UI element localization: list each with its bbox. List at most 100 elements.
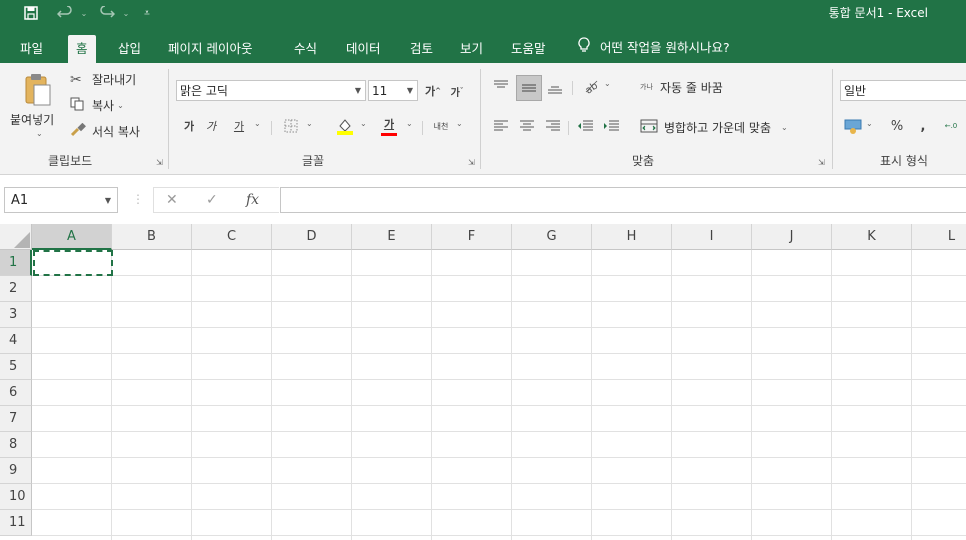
merge-dropdown-icon[interactable]: ⌄ [781,123,788,132]
row-header-8[interactable]: 8 [0,432,32,458]
row-header-4[interactable]: 4 [0,328,32,354]
align-middle-icon[interactable] [516,75,542,101]
name-box[interactable]: A1 ▼ [4,187,118,213]
underline-button[interactable]: 가 [228,115,250,137]
fill-color-icon[interactable] [334,115,356,137]
merge-center-button[interactable]: 병합하고 가운데 맞춤 ⌄ [640,119,788,136]
font-launcher-icon[interactable]: ⇲ [468,158,475,167]
align-left-icon[interactable] [490,115,512,137]
fill-color-dropdown-icon[interactable]: ⌄ [360,119,367,128]
tell-me-box[interactable]: 어떤 작업을 원하시나요? [578,37,730,56]
column-header-c[interactable]: C [192,224,272,250]
orientation-dropdown-icon[interactable]: ⌄ [604,79,611,88]
increase-decimal-icon[interactable]: ←.0 [940,115,962,137]
grow-font-button[interactable]: 가 ^ [422,80,444,102]
wrap-text-label: 자동 줄 바꿈 [660,81,723,95]
save-icon[interactable] [20,3,42,23]
percent-button[interactable]: % [886,115,908,137]
column-header-e[interactable]: E [352,224,432,250]
tab-help[interactable]: 도움말 [503,35,554,63]
column-header-l[interactable]: L [912,224,966,250]
insert-function-icon[interactable]: fx [246,192,259,208]
italic-button[interactable]: 가 [200,115,222,137]
align-center-icon[interactable] [516,115,538,137]
font-color-dropdown-icon[interactable]: ⌄ [406,119,413,128]
paste-icon[interactable] [24,73,52,107]
column-header-f[interactable]: F [432,224,512,250]
cancel-icon[interactable]: ✕ [166,192,178,208]
clipboard-launcher-icon[interactable]: ⇲ [156,158,163,167]
tab-file[interactable]: 파일 [12,35,51,63]
align-right-icon[interactable] [542,115,564,137]
orientation-icon[interactable]: ab [580,75,602,97]
number-format-select[interactable]: 일반 [840,80,966,101]
tab-data[interactable]: 데이터 [338,35,389,63]
comma-button[interactable]: , [912,115,934,137]
font-size-select[interactable]: 11 ▼ [368,80,418,101]
accounting-dropdown-icon[interactable]: ⌄ [866,119,873,128]
row-header-7[interactable]: 7 [0,406,32,432]
enter-icon[interactable]: ✓ [206,192,218,208]
lightbulb-icon [578,37,590,56]
active-cell[interactable] [33,250,113,276]
align-bottom-icon[interactable] [544,77,566,99]
redo-icon[interactable] [96,3,118,23]
redo-dropdown-icon[interactable]: ⌄ [120,3,132,23]
column-header-h[interactable]: H [592,224,672,250]
row-gridline [32,431,966,432]
row-header-2[interactable]: 2 [0,276,32,302]
tab-review[interactable]: 검토 [402,35,441,63]
column-gridline [511,250,512,540]
phonetic-button[interactable]: 내천 [430,115,452,137]
increase-indent-icon[interactable] [600,115,622,137]
row-header-9[interactable]: 9 [0,458,32,484]
shrink-font-button[interactable]: 가ˇ [446,80,468,102]
customize-qat-icon[interactable]: ⩡ [140,3,154,23]
undo-icon[interactable] [54,3,76,23]
bold-button[interactable]: 가 [178,115,200,137]
wrap-text-button[interactable]: 가나 자동 줄 바꿈 [640,79,723,96]
font-name-select[interactable]: 맑은 고딕 ▼ [176,80,366,101]
column-header-i[interactable]: I [672,224,752,250]
brush-icon [70,122,88,140]
paste-button[interactable]: 붙여넣기 [10,111,54,128]
select-all-button[interactable] [0,224,32,250]
row-header-6[interactable]: 6 [0,380,32,406]
column-header-g[interactable]: G [512,224,592,250]
column-header-b[interactable]: B [112,224,192,250]
column-header-k[interactable]: K [832,224,912,250]
font-color-button[interactable]: 가 [378,113,400,139]
row-header-1[interactable]: 1 [0,250,32,276]
column-header-a[interactable]: A [32,224,112,250]
tab-home[interactable]: 홈 [68,35,96,63]
column-gridline [191,250,192,540]
tab-page-layout[interactable]: 페이지 레이아웃 [160,35,260,63]
tab-view[interactable]: 보기 [452,35,491,63]
format-painter-button[interactable]: 서식 복사 [70,122,140,140]
underline-dropdown-icon[interactable]: ⌄ [254,119,261,128]
column-header-d[interactable]: D [272,224,352,250]
tab-insert[interactable]: 삽입 [110,35,149,63]
align-top-icon[interactable] [490,75,512,97]
row-header-5[interactable]: 5 [0,354,32,380]
border-icon[interactable] [280,115,302,137]
decrease-indent-icon[interactable] [574,115,596,137]
formula-input[interactable] [280,187,966,213]
row-header-3[interactable]: 3 [0,302,32,328]
alignment-launcher-icon[interactable]: ⇲ [818,158,825,167]
copy-dropdown-icon[interactable]: ⌄ [117,101,124,110]
phonetic-dropdown-icon[interactable]: ⌄ [456,119,463,128]
tab-formulas[interactable]: 수식 [286,35,325,63]
paste-dropdown-icon[interactable]: ⌄ [36,129,43,138]
cut-button[interactable]: ✂ 잘라내기 [70,71,136,88]
column-header-j[interactable]: J [752,224,832,250]
accounting-format-icon[interactable] [842,115,864,137]
row-header-10[interactable]: 10 [0,484,32,510]
merge-center-icon [640,119,658,136]
chevron-down-icon: ▼ [406,86,413,95]
row-header-11[interactable]: 11 [0,510,32,536]
copy-button[interactable]: 복사 ⌄ [70,97,124,114]
border-dropdown-icon[interactable]: ⌄ [306,119,313,128]
column-gridline [671,250,672,540]
undo-dropdown-icon[interactable]: ⌄ [78,3,90,23]
